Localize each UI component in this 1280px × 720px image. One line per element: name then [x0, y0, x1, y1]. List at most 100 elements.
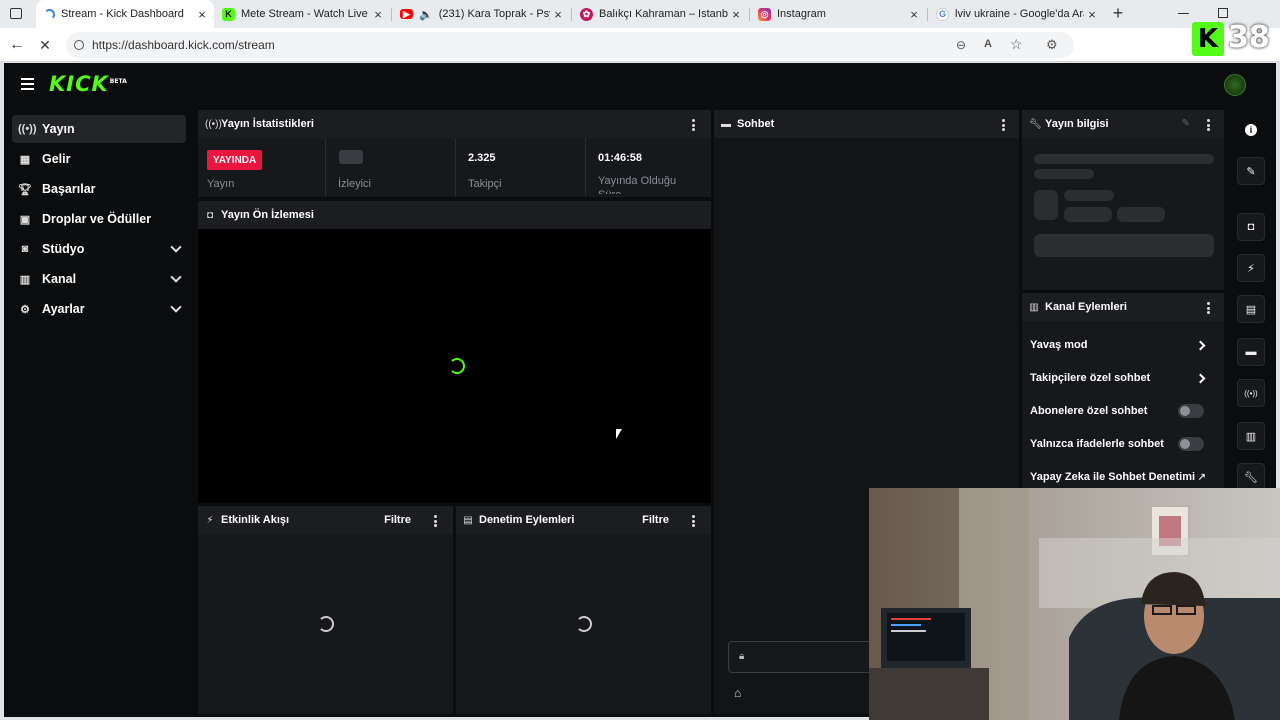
- action-label: Abonelere özel sohbet: [1030, 405, 1148, 417]
- panel-title: Yayın Ön İzlemesi: [221, 209, 314, 221]
- action-followers-only-chat[interactable]: Takipçilere özel sohbet: [1030, 368, 1216, 388]
- channel-icon: ▥: [1029, 301, 1039, 313]
- minimize-button[interactable]: [1178, 13, 1189, 14]
- filter-button[interactable]: Filtre: [642, 514, 669, 526]
- close-tab-icon[interactable]: ×: [728, 7, 744, 22]
- close-tab-icon[interactable]: ×: [1084, 7, 1100, 22]
- site-info-icon[interactable]: [74, 40, 84, 50]
- chevron-down-icon: [170, 241, 182, 253]
- emotes-only-toggle[interactable]: [1178, 437, 1204, 451]
- sidebar-item-ayarlar[interactable]: ⚙ Ayarlar: [12, 295, 186, 323]
- edit-icon[interactable]: ✎: [1237, 157, 1265, 185]
- browser-tab-3[interactable]: ✿ Balıkçı Kahraman – Istanbul ×: [572, 0, 748, 28]
- action-label: Takipçilere özel sohbet: [1030, 372, 1151, 384]
- browser-tab-5[interactable]: G lviv ukraine - Google'da Ara ×: [928, 0, 1104, 28]
- kick-icon: K: [222, 7, 235, 21]
- filter-button[interactable]: Filtre: [384, 514, 411, 526]
- browser-tab-0[interactable]: Stream - Kick Dashboard ×: [36, 0, 214, 28]
- more-options-icon[interactable]: [692, 515, 695, 529]
- more-options-icon[interactable]: [434, 515, 437, 529]
- loading-spinner-icon: [576, 616, 592, 632]
- subscribers-only-toggle[interactable]: [1178, 404, 1204, 418]
- more-options-icon[interactable]: [1002, 119, 1005, 133]
- close-tab-icon[interactable]: ×: [370, 7, 386, 22]
- action-emotes-only-chat: Yalnızca ifadelerle sohbet: [1030, 434, 1216, 454]
- stream-overlay-badge: K 38: [1188, 18, 1278, 60]
- bolt-icon[interactable]: ⚡︎: [1237, 254, 1265, 282]
- mouse-cursor-icon: [616, 429, 622, 439]
- bolt-icon: ⚡︎: [206, 514, 214, 526]
- action-ai-moderation[interactable]: Yapay Zeka ile Sohbet Denetimi ↗: [1030, 467, 1216, 487]
- instagram-icon: ◎: [758, 7, 771, 21]
- hamburger-menu-icon[interactable]: [21, 78, 34, 90]
- sidebar-item-label: Yayın: [42, 122, 75, 136]
- chat-icon[interactable]: ▬: [1237, 338, 1265, 366]
- new-tab-button[interactable]: +: [1108, 3, 1128, 23]
- stat-followers: 2.325 Takipçi: [456, 138, 586, 196]
- more-options-icon[interactable]: [692, 119, 695, 133]
- sidebar-item-studyo[interactable]: ◙ Stüdyo: [12, 235, 186, 263]
- edit-icon[interactable]: ✎: [1182, 118, 1190, 129]
- sidebar-item-label: Droplar ve Ödüller: [42, 212, 152, 226]
- loading-skeleton: [1117, 207, 1165, 222]
- panel-header: 🔧︎ Yayın bilgisi ✎: [1022, 110, 1224, 138]
- sidebar-item-basarilar[interactable]: 🏆︎ Başarılar: [12, 175, 186, 203]
- panel-title: Kanal Eylemleri: [1045, 301, 1127, 313]
- more-options-icon[interactable]: [1207, 302, 1210, 316]
- kick-logo[interactable]: KICKBETA: [49, 72, 127, 96]
- sidebar-item-gelir[interactable]: ▦ Gelir: [12, 145, 186, 173]
- close-tab-icon[interactable]: ×: [906, 7, 922, 22]
- external-link-icon: ↗: [1197, 471, 1206, 483]
- info-icon[interactable]: i: [1245, 124, 1257, 136]
- sidebar-item-droplar[interactable]: ▣ Droplar ve Ödüller: [12, 205, 186, 233]
- chat-input[interactable]: 🔒︎: [728, 641, 888, 673]
- broadcast-icon[interactable]: ((•)): [1237, 379, 1265, 407]
- panel-header: ▤ Denetim Eylemleri Filtre: [456, 506, 711, 534]
- tab-title: Instagram: [777, 8, 826, 20]
- more-options-icon[interactable]: [1207, 119, 1210, 133]
- favorite-icon[interactable]: ☆: [1010, 36, 1023, 53]
- read-aloud-icon[interactable]: A: [984, 38, 992, 50]
- activity-feed-panel: ⚡︎ Etkinlik Akışı Filtre: [198, 506, 453, 714]
- revenue-icon: ▦: [19, 153, 31, 166]
- window-menu-icon[interactable]: [10, 8, 22, 19]
- action-slow-mode[interactable]: Yavaş mod: [1030, 335, 1216, 355]
- extensions-icon[interactable]: ⚙: [1046, 37, 1058, 53]
- sidebar-item-yayin[interactable]: ((•)) Yayın: [12, 115, 186, 143]
- browser-tab-1[interactable]: K Mete Stream - Watch Live on ×: [214, 0, 390, 28]
- broadcast-icon: ((•)): [18, 123, 37, 135]
- overlay-kick-logo: K: [1192, 22, 1224, 56]
- loading-skeleton: [1034, 154, 1214, 164]
- wrench-icon[interactable]: 🔧︎: [1237, 463, 1265, 491]
- panel-header: ((•)) Yayın İstatistikleri: [198, 110, 711, 138]
- sidebar-item-kanal[interactable]: ▥ Kanal: [12, 265, 186, 293]
- tab-title: lviv ukraine - Google'da Ara: [955, 8, 1084, 20]
- sidebar-item-label: Gelir: [42, 152, 71, 166]
- focus-icon[interactable]: ◘: [1237, 213, 1265, 241]
- stop-loading-button[interactable]: ✕: [34, 34, 56, 56]
- video-icon[interactable]: ▥: [1237, 422, 1265, 450]
- site-icon: ✿: [580, 7, 593, 21]
- browser-address-bar: ← ✕ https://dashboard.kick.com/stream ⊖ …: [0, 28, 1280, 62]
- browser-tab-2[interactable]: ▶ 🔈 (231) Kara Toprak - Psyc ×: [392, 0, 570, 28]
- chevron-right-icon: [1195, 340, 1206, 350]
- store-icon[interactable]: ⌂: [734, 686, 741, 700]
- close-tab-icon[interactable]: ×: [550, 7, 566, 22]
- stream-stats-panel: ((•)) Yayın İstatistikleri YAYINDA Yayın…: [198, 110, 711, 197]
- avatar[interactable]: [1224, 74, 1246, 96]
- stat-value: 01:46:58: [598, 152, 643, 164]
- back-button[interactable]: ←: [6, 34, 28, 56]
- zoom-icon[interactable]: ⊖: [956, 38, 966, 52]
- action-label: Yalnızca ifadelerle sohbet: [1030, 438, 1164, 450]
- browser-tab-4[interactable]: ◎ Instagram ×: [750, 0, 926, 28]
- close-tab-icon[interactable]: ×: [194, 7, 210, 22]
- broadcast-icon: ((•)): [205, 118, 222, 130]
- chevron-down-icon: [170, 271, 182, 283]
- browser-tab-strip: Stream - Kick Dashboard × K Mete Stream …: [0, 0, 1280, 28]
- url-text: https://dashboard.kick.com/stream: [92, 38, 275, 52]
- maximize-button[interactable]: [1218, 8, 1228, 18]
- document-icon[interactable]: ▤: [1237, 295, 1265, 323]
- url-field[interactable]: https://dashboard.kick.com/stream: [66, 32, 1074, 58]
- stat-label: Takipçi: [468, 178, 502, 190]
- panel-title: Sohbet: [737, 118, 775, 130]
